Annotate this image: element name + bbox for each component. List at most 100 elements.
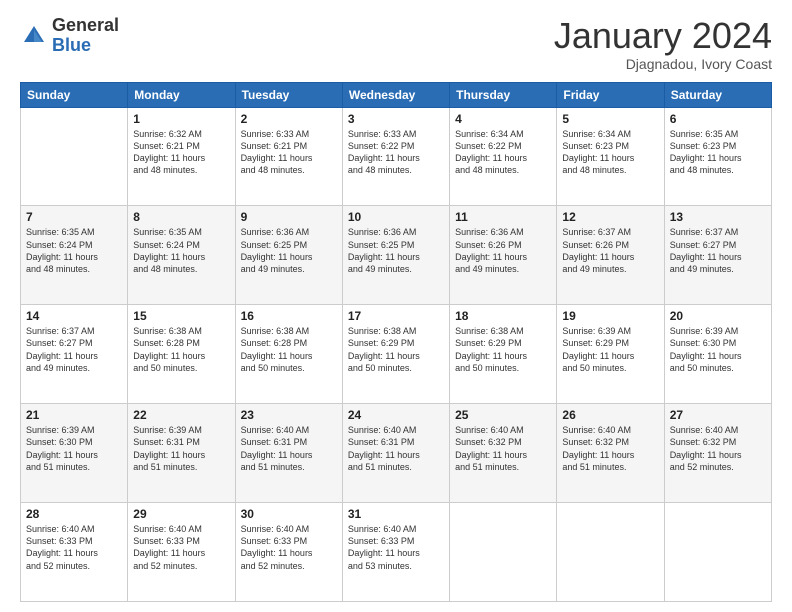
logo-general-text: General	[52, 16, 119, 36]
day-number: 18	[455, 309, 551, 323]
day-info: Sunrise: 6:39 AM Sunset: 6:31 PM Dayligh…	[133, 424, 229, 473]
table-row: 27Sunrise: 6:40 AM Sunset: 6:32 PM Dayli…	[664, 404, 771, 503]
day-number: 7	[26, 210, 122, 224]
day-info: Sunrise: 6:35 AM Sunset: 6:23 PM Dayligh…	[670, 128, 766, 177]
table-row: 10 Sunrise: 6:36 AM Sunset: 6:25 PM Dayli…	[342, 206, 449, 305]
table-row: 24 Sunrise: 6:40 AM Sunset: 6:31 PM Dayli…	[342, 404, 449, 503]
table-row: 28 Sunrise: 6:40 AM Sunset: 6:33 PM Dayli…	[21, 503, 128, 602]
table-row: 13 Sunrise: 6:37 AM Sunset: 6:27 PM Dayli…	[664, 206, 771, 305]
day-info: Sunrise: 6:38 AM Sunset: 6:29 PM Dayligh…	[455, 325, 551, 374]
table-row	[21, 107, 128, 206]
day-number: 16	[241, 309, 337, 323]
col-tuesday: Tuesday	[235, 82, 342, 107]
table-row: 14Sunrise: 6:37 AM Sunset: 6:27 PM Dayli…	[21, 305, 128, 404]
day-info: Sunrise: 6:36 AM Sunset: 6:25 PM Dayligh…	[241, 226, 337, 275]
logo-text: General Blue	[52, 16, 119, 56]
day-number: 28	[26, 507, 122, 521]
day-number: 22	[133, 408, 229, 422]
day-info: Sunrise: 6:33 AM Sunset: 6:21 PM Dayligh…	[241, 128, 337, 177]
day-number: 4	[455, 112, 551, 126]
day-number: 20	[670, 309, 766, 323]
day-number: 14	[26, 309, 122, 323]
table-row: 15Sunrise: 6:38 AM Sunset: 6:28 PM Dayli…	[128, 305, 235, 404]
day-number: 2	[241, 112, 337, 126]
table-row: 31Sunrise: 6:40 AM Sunset: 6:33 PM Dayli…	[342, 503, 449, 602]
day-number: 5	[562, 112, 658, 126]
day-info: Sunrise: 6:40 AM Sunset: 6:33 PM Dayligh…	[133, 523, 229, 572]
logo-icon	[20, 22, 48, 50]
day-number: 10	[348, 210, 444, 224]
day-info: Sunrise: 6:38 AM Sunset: 6:28 PM Dayligh…	[241, 325, 337, 374]
day-number: 13	[670, 210, 766, 224]
table-row: 9 Sunrise: 6:36 AM Sunset: 6:25 PM Daylig…	[235, 206, 342, 305]
day-info: Sunrise: 6:39 AM Sunset: 6:30 PM Dayligh…	[670, 325, 766, 374]
month-title: January 2024	[554, 16, 772, 56]
day-info: Sunrise: 6:32 AM Sunset: 6:21 PM Dayligh…	[133, 128, 229, 177]
day-number: 11	[455, 210, 551, 224]
table-row: 29 Sunrise: 6:40 AM Sunset: 6:33 PM Dayli…	[128, 503, 235, 602]
day-info: Sunrise: 6:40 AM Sunset: 6:32 PM Dayligh…	[670, 424, 766, 473]
day-info: Sunrise: 6:34 AM Sunset: 6:22 PM Dayligh…	[455, 128, 551, 177]
calendar-week-row: 28 Sunrise: 6:40 AM Sunset: 6:33 PM Dayli…	[21, 503, 772, 602]
day-number: 3	[348, 112, 444, 126]
day-info: Sunrise: 6:40 AM Sunset: 6:31 PM Dayligh…	[241, 424, 337, 473]
day-info: Sunrise: 6:33 AM Sunset: 6:22 PM Dayligh…	[348, 128, 444, 177]
day-number: 12	[562, 210, 658, 224]
calendar-week-row: 21 Sunrise: 6:39 AM Sunset: 6:30 PM Dayli…	[21, 404, 772, 503]
calendar-week-row: 7Sunrise: 6:35 AM Sunset: 6:24 PM Daylig…	[21, 206, 772, 305]
table-row: 16 Sunrise: 6:38 AM Sunset: 6:28 PM Dayli…	[235, 305, 342, 404]
table-row	[664, 503, 771, 602]
day-info: Sunrise: 6:40 AM Sunset: 6:32 PM Dayligh…	[455, 424, 551, 473]
day-info: Sunrise: 6:37 AM Sunset: 6:27 PM Dayligh…	[670, 226, 766, 275]
table-row: 18 Sunrise: 6:38 AM Sunset: 6:29 PM Dayli…	[450, 305, 557, 404]
table-row: 23 Sunrise: 6:40 AM Sunset: 6:31 PM Dayli…	[235, 404, 342, 503]
table-row: 5 Sunrise: 6:34 AM Sunset: 6:23 PM Daylig…	[557, 107, 664, 206]
table-row: 7Sunrise: 6:35 AM Sunset: 6:24 PM Daylig…	[21, 206, 128, 305]
day-number: 19	[562, 309, 658, 323]
day-info: Sunrise: 6:36 AM Sunset: 6:26 PM Dayligh…	[455, 226, 551, 275]
day-info: Sunrise: 6:37 AM Sunset: 6:26 PM Dayligh…	[562, 226, 658, 275]
day-info: Sunrise: 6:36 AM Sunset: 6:25 PM Dayligh…	[348, 226, 444, 275]
calendar-table: Sunday Monday Tuesday Wednesday Thursday…	[20, 82, 772, 602]
day-info: Sunrise: 6:40 AM Sunset: 6:31 PM Dayligh…	[348, 424, 444, 473]
col-thursday: Thursday	[450, 82, 557, 107]
table-row: 21 Sunrise: 6:39 AM Sunset: 6:30 PM Dayli…	[21, 404, 128, 503]
table-row: 19 Sunrise: 6:39 AM Sunset: 6:29 PM Dayli…	[557, 305, 664, 404]
location-subtitle: Djagnadou, Ivory Coast	[554, 56, 772, 72]
logo-blue-text: Blue	[52, 36, 119, 56]
day-number: 25	[455, 408, 551, 422]
day-info: Sunrise: 6:39 AM Sunset: 6:29 PM Dayligh…	[562, 325, 658, 374]
day-info: Sunrise: 6:38 AM Sunset: 6:29 PM Dayligh…	[348, 325, 444, 374]
table-row: 17 Sunrise: 6:38 AM Sunset: 6:29 PM Dayli…	[342, 305, 449, 404]
day-number: 6	[670, 112, 766, 126]
col-wednesday: Wednesday	[342, 82, 449, 107]
title-block: January 2024 Djagnadou, Ivory Coast	[554, 16, 772, 72]
day-number: 23	[241, 408, 337, 422]
header: General Blue January 2024 Djagnadou, Ivo…	[20, 16, 772, 72]
day-info: Sunrise: 6:34 AM Sunset: 6:23 PM Dayligh…	[562, 128, 658, 177]
day-info: Sunrise: 6:40 AM Sunset: 6:33 PM Dayligh…	[26, 523, 122, 572]
day-number: 1	[133, 112, 229, 126]
day-number: 21	[26, 408, 122, 422]
day-number: 17	[348, 309, 444, 323]
table-row: 26Sunrise: 6:40 AM Sunset: 6:32 PM Dayli…	[557, 404, 664, 503]
table-row: 1 Sunrise: 6:32 AM Sunset: 6:21 PM Daylig…	[128, 107, 235, 206]
day-info: Sunrise: 6:40 AM Sunset: 6:33 PM Dayligh…	[348, 523, 444, 572]
calendar-week-row: 14Sunrise: 6:37 AM Sunset: 6:27 PM Dayli…	[21, 305, 772, 404]
table-row: 25 Sunrise: 6:40 AM Sunset: 6:32 PM Dayli…	[450, 404, 557, 503]
table-row	[557, 503, 664, 602]
page: General Blue January 2024 Djagnadou, Ivo…	[0, 0, 792, 612]
day-number: 30	[241, 507, 337, 521]
table-row: 6 Sunrise: 6:35 AM Sunset: 6:23 PM Daylig…	[664, 107, 771, 206]
day-number: 15	[133, 309, 229, 323]
day-info: Sunrise: 6:40 AM Sunset: 6:32 PM Dayligh…	[562, 424, 658, 473]
day-number: 24	[348, 408, 444, 422]
day-number: 8	[133, 210, 229, 224]
day-number: 9	[241, 210, 337, 224]
table-row	[450, 503, 557, 602]
day-number: 29	[133, 507, 229, 521]
logo: General Blue	[20, 16, 119, 56]
col-sunday: Sunday	[21, 82, 128, 107]
table-row: 2 Sunrise: 6:33 AM Sunset: 6:21 PM Daylig…	[235, 107, 342, 206]
day-info: Sunrise: 6:39 AM Sunset: 6:30 PM Dayligh…	[26, 424, 122, 473]
